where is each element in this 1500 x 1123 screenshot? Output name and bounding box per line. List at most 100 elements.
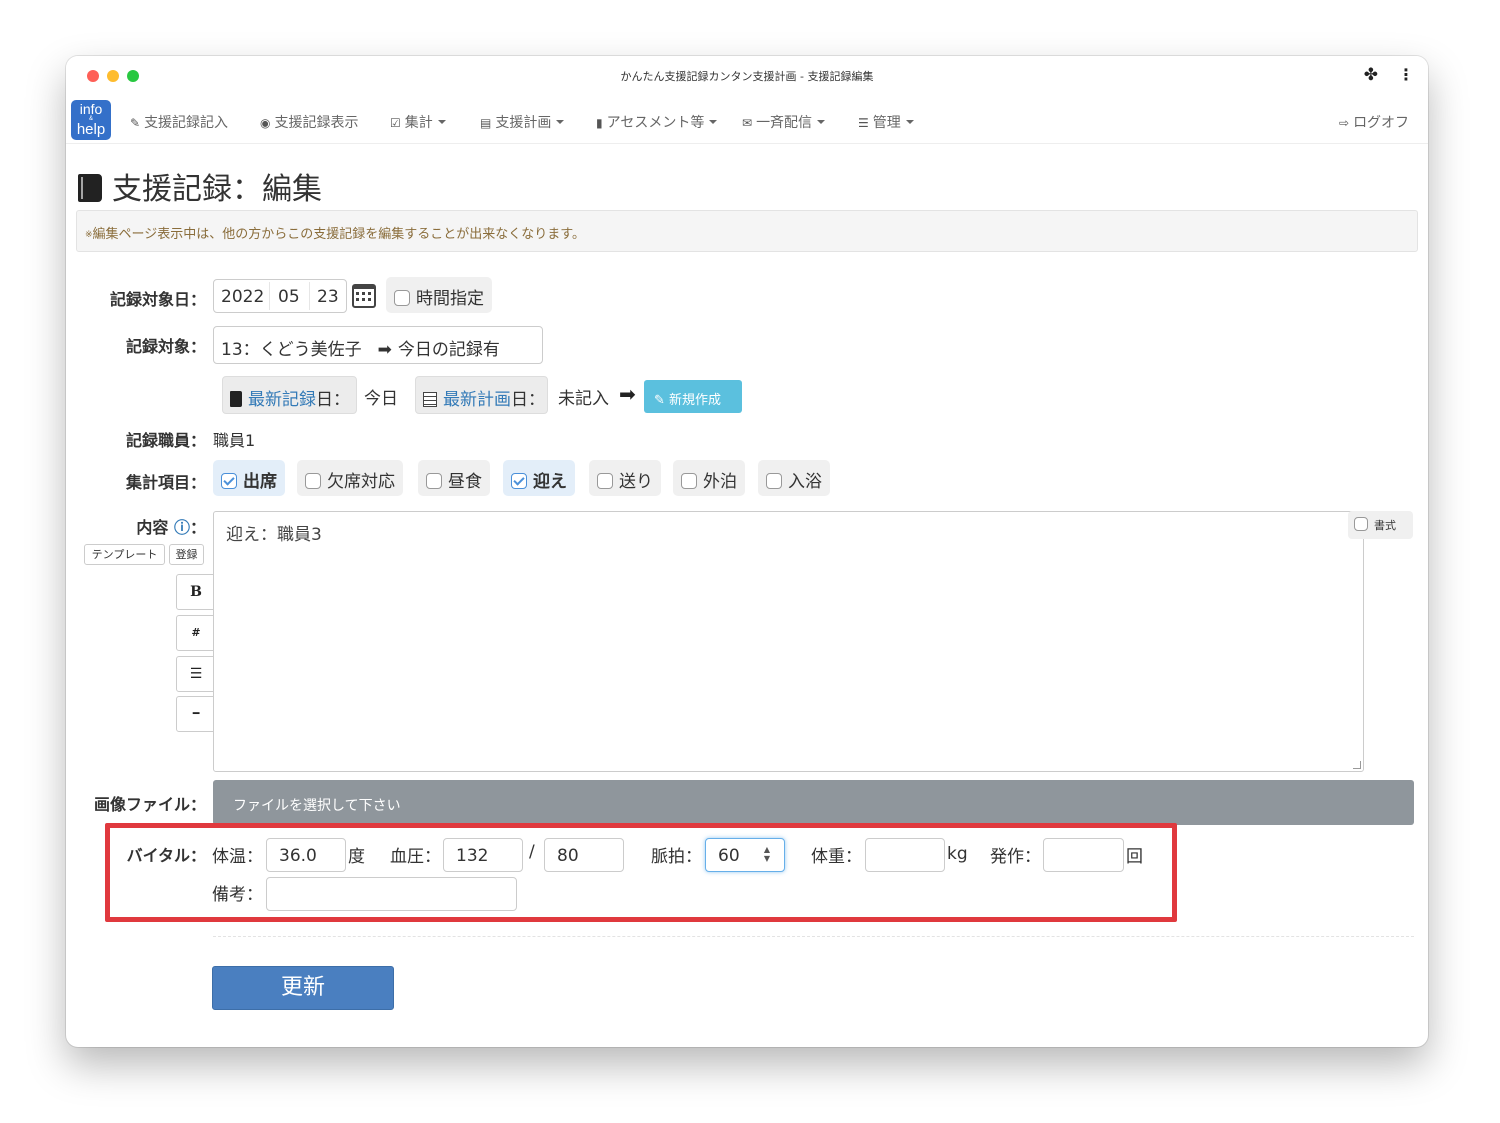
item-dropoff-checkbox[interactable]: 送り [589, 460, 661, 496]
update-button[interactable]: 更新 [212, 966, 394, 1010]
heading-button[interactable]: # [176, 615, 216, 651]
seizure-input[interactable] [1043, 838, 1124, 872]
format-toggle-checkbox[interactable]: 書式 [1348, 511, 1413, 539]
navbar: info & help ✎ 支援記録記入 ◉ 支援記録表示 ☑ 集計 ▤ 支援計画 ▮ ア… [66, 96, 1428, 144]
nav-broadcast-label: 一斉配信 [756, 115, 813, 131]
subject-select[interactable]: 13：くどう美佐子 ➡ 今日の記録有 [213, 326, 543, 364]
bold-button[interactable]: B [176, 574, 216, 610]
item-label: 昼食 [448, 472, 482, 492]
item-absence-checkbox[interactable]: 欠席対応 [297, 460, 403, 496]
bp-separator: / [529, 842, 535, 862]
browser-window: かんたん支援記録カンタン支援計画 - 支援記録編集 ✤ ⋮ info & hel… [66, 56, 1428, 1047]
nav-admin[interactable]: ☰ 管理 [858, 112, 914, 132]
bp-low-input[interactable]: 80 [544, 838, 624, 872]
temp-label: 体温： [212, 847, 263, 867]
nav-record-view[interactable]: ◉ 支援記録表示 [260, 112, 358, 132]
calendar-icon[interactable] [352, 284, 376, 308]
list-button[interactable]: ☰ [176, 656, 216, 692]
resize-handle[interactable] [1353, 761, 1361, 769]
staff-label: 記録職員： [125, 431, 206, 450]
weight-unit: kg [947, 844, 968, 864]
staff-value: 職員1 [213, 431, 256, 450]
info-help-logo[interactable]: info & help [71, 100, 111, 140]
item-label: 欠席対応 [327, 472, 395, 492]
register-button[interactable]: 登録 [169, 544, 204, 565]
latest-plan-suffix: 日： [511, 390, 545, 410]
puzzle-extension-icon[interactable]: ✤ [1364, 65, 1378, 85]
nav-assessment-label: アセスメント等 [606, 115, 705, 131]
checkbox-icon [766, 473, 782, 489]
title-bar: かんたん支援記録カンタン支援計画 - 支援記録編集 ✤ ⋮ [66, 56, 1428, 96]
nav-broadcast[interactable]: ✉ 一斉配信 [742, 112, 826, 132]
eye-icon: ◉ [260, 116, 271, 130]
item-attendance-checkbox[interactable]: 出席 [213, 460, 285, 496]
nav-summary-label: 集計 [404, 115, 433, 131]
nav-assessment[interactable]: ▮ アセスメント等 [596, 112, 718, 132]
kebab-menu-icon[interactable]: ⋮ [1398, 65, 1414, 84]
subject-status: 今日の記録有 [397, 340, 500, 360]
new-plan-button[interactable]: ✎ 新規作成 [644, 380, 742, 413]
subject-value: 13：くどう美佐子 [221, 340, 362, 360]
date-divider [269, 282, 270, 310]
latest-record-link[interactable]: 最新記録 [248, 390, 316, 410]
nav-record-entry-label: 支援記録記入 [144, 115, 229, 131]
note-label: 備考： [212, 885, 263, 905]
item-label: 外泊 [703, 472, 737, 492]
item-overnight-checkbox[interactable]: 外泊 [673, 460, 745, 496]
format-toggle-label: 書式 [1374, 519, 1396, 532]
spinner-icon[interactable]: ▲ ▼ [764, 845, 770, 863]
item-bath-checkbox[interactable]: 入浴 [758, 460, 830, 496]
content-textarea[interactable]: 迎え：職員3 [213, 511, 1364, 772]
logoff-link[interactable]: ⇨ ログオフ [1339, 112, 1409, 132]
file-select-button[interactable]: ファイルを選択して下さい [213, 780, 1414, 825]
caret-down-icon [709, 120, 718, 124]
notice-banner: ※編集ページ表示中は、他の方からこの支援記録を編集することが出来なくなります。 [76, 210, 1418, 252]
checkbox-checked-icon [221, 473, 237, 489]
file-icon: ▮ [596, 116, 603, 130]
date-month[interactable]: 05 [278, 287, 300, 307]
notice-mark: ※ [85, 230, 93, 240]
checkbox-icon [305, 473, 321, 489]
date-input[interactable]: 2022 05 23 [213, 279, 347, 313]
date-day[interactable]: 23 [317, 287, 339, 307]
temp-unit: 度 [348, 847, 365, 867]
checkbox-icon [426, 473, 442, 489]
list-alt-icon [423, 392, 437, 407]
temp-input[interactable]: 36.0 [266, 838, 346, 872]
checkbox-icon [681, 473, 697, 489]
nav-record-entry[interactable]: ✎ 支援記録記入 [130, 112, 228, 132]
logo-text-help: help [76, 121, 106, 138]
caret-down-icon [437, 120, 446, 124]
nav-summary[interactable]: ☑ 集計 [390, 112, 446, 132]
nav-plan[interactable]: ▤ 支援計画 [480, 112, 565, 132]
vital-label: バイタル： [126, 846, 206, 865]
bp-high-input[interactable]: 132 [443, 838, 523, 872]
date-year[interactable]: 2022 [221, 287, 264, 307]
seizure-unit: 回 [1126, 847, 1143, 867]
latest-plan-box: 最新計画日： [415, 376, 548, 414]
template-button[interactable]: テンプレート [84, 544, 165, 565]
pencil-icon: ✎ [654, 393, 670, 408]
seizure-label: 発作： [990, 847, 1041, 867]
notice-text: 編集ページ表示中は、他の方からこの支援記録を編集することが出来なくなります。 [92, 227, 585, 242]
item-label: 迎え [533, 472, 567, 492]
item-label: 送り [619, 472, 653, 492]
item-lunch-checkbox[interactable]: 昼食 [418, 460, 490, 496]
book-icon [78, 174, 102, 202]
checkbox-icon [1354, 517, 1368, 531]
note-input[interactable] [266, 877, 517, 911]
hr-button[interactable]: ━ [176, 696, 216, 732]
pulse-label: 脈拍： [651, 847, 702, 867]
time-specify-checkbox[interactable]: 時間指定 [386, 277, 492, 313]
item-pickup-checkbox[interactable]: 迎え [503, 460, 575, 496]
info-circle-icon[interactable]: ⓘ [174, 518, 190, 537]
book-icon [230, 391, 242, 407]
weight-input[interactable] [865, 838, 945, 872]
pulse-input[interactable]: 60 ▲ ▼ [705, 838, 785, 872]
divider [213, 936, 1414, 937]
latest-plan-link[interactable]: 最新計画 [443, 390, 511, 410]
content-text: 迎え：職員3 [226, 525, 322, 545]
nav-admin-label: 管理 [872, 115, 901, 131]
latest-record-box: 最新記録日： [222, 376, 357, 414]
checkbox-icon [597, 473, 613, 489]
